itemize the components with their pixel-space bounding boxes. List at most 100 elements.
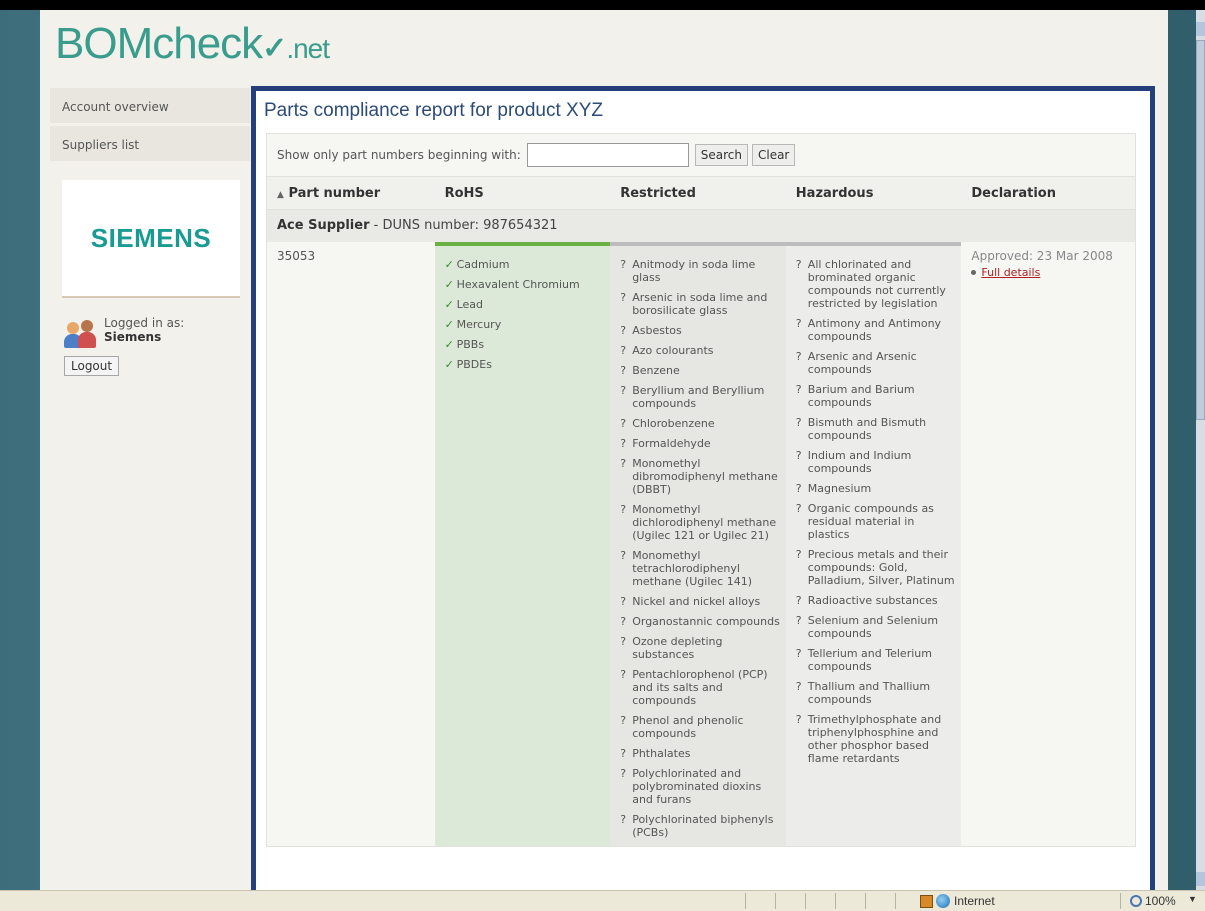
table-header: ▲ Part number RoHS Restricted Hazardous … <box>267 176 1135 210</box>
logout-button[interactable]: Logout <box>64 356 120 376</box>
question-icon: ? <box>620 344 627 357</box>
list-item: ? Trimethylphosphate and triphenylphosphi… <box>796 713 956 765</box>
substance-label: Organic compounds as residual material i… <box>807 502 934 541</box>
logged-in-label: Logged in as: <box>104 316 185 330</box>
question-icon: ? <box>795 350 802 363</box>
substance-label: Anitmody in soda lime glass <box>632 258 756 284</box>
column-header-part-number[interactable]: ▲ Part number <box>267 186 435 201</box>
list-item: ? Arsenic in soda lime and borosilicate g… <box>620 291 780 317</box>
question-icon: ? <box>795 416 802 429</box>
substance-label: Cadmium <box>456 258 510 271</box>
list-item: ✓ Mercury <box>445 318 605 331</box>
check-icon: ✓ <box>444 358 454 371</box>
substance-label: Pentachlorophenol (PCP) and its salts an… <box>632 668 768 707</box>
substance-label: Selenium and Selenium compounds <box>807 614 939 640</box>
substance-label: Formaldehyde <box>632 437 711 450</box>
supplier-duns: - DUNS number: 987654321 <box>373 218 558 233</box>
clear-button[interactable]: Clear <box>751 144 796 166</box>
list-item: ✓ Cadmium <box>445 258 605 271</box>
list-item: ? Barium and Barium compounds <box>796 383 956 409</box>
question-icon: ? <box>620 615 627 628</box>
question-icon: ? <box>620 549 627 562</box>
substance-label: Polychlorinated biphenyls (PCBs) <box>632 813 774 839</box>
part-number-filter-input[interactable] <box>526 143 689 167</box>
list-item: ? Thallium and Thallium compounds <box>796 680 956 706</box>
login-info: Logged in as: Siemens <box>64 316 250 350</box>
substance-label: Barium and Barium compounds <box>807 383 915 409</box>
question-icon: ? <box>620 767 627 780</box>
question-icon: ? <box>620 635 627 648</box>
list-item: ? Ozone depleting substances <box>620 635 780 661</box>
substance-label: Radioactive substances <box>807 594 938 607</box>
question-icon: ? <box>795 449 802 462</box>
substance-label: Chlorobenzene <box>632 417 715 430</box>
list-item: ? Antimony and Antimony compounds <box>796 317 956 343</box>
hazardous-list: ? All chlorinated and brominated organic … <box>796 258 956 765</box>
substance-label: Ozone depleting substances <box>632 635 723 661</box>
page-title: Parts compliance report for product XYZ <box>264 100 603 121</box>
hazardous-cell: ? All chlorinated and brominated organic … <box>785 242 962 846</box>
substance-label: Arsenic and Arsenic compounds <box>807 350 917 376</box>
security-zone[interactable]: Internet <box>920 894 995 908</box>
question-icon: ? <box>620 503 627 516</box>
substance-label: Precious metals and their compounds: Gol… <box>807 548 955 587</box>
question-icon: ? <box>620 258 627 271</box>
check-icon: ✓ <box>444 298 454 311</box>
search-button[interactable]: Search <box>694 144 748 166</box>
question-icon: ? <box>795 383 802 396</box>
scroll-up-icon[interactable] <box>1196 22 1205 36</box>
list-item: ? Nickel and nickel alloys <box>620 595 780 608</box>
report-panel: Parts compliance report for product XYZ … <box>251 86 1155 890</box>
sidebar-item-account-overview[interactable]: Account overview <box>50 88 250 126</box>
list-item: ✓ PBDEs <box>445 358 605 371</box>
check-icon: ✓ <box>444 258 454 271</box>
list-item: ? Beryllium and Beryllium compounds <box>620 384 780 410</box>
rohs-list: ✓ Cadmium ✓ Hexavalent Chromium ✓ Lead ✓ Mercur… <box>445 258 605 371</box>
question-icon: ? <box>620 457 627 470</box>
page-scrollbar[interactable] <box>1196 10 1205 890</box>
question-icon: ? <box>620 668 627 681</box>
logo-tick-icon: ✓ <box>262 32 287 65</box>
list-item: ? Phenol and phenolic compounds <box>620 714 780 740</box>
restricted-list: ? Anitmody in soda lime glass ? Arsenic in … <box>620 258 780 839</box>
substance-label: All chlorinated and brominated organic c… <box>807 258 946 310</box>
scroll-thumb[interactable] <box>1196 40 1205 420</box>
sort-arrows-icon: ▲ <box>277 189 284 200</box>
substance-label: Monomethyl dichlorodiphenyl methane (Ugi… <box>632 503 777 542</box>
browser-status-bar: Internet 100% ▼ <box>0 890 1205 911</box>
substance-label: Phenol and phenolic compounds <box>632 714 744 740</box>
list-item: ? Selenium and Selenium compounds <box>796 614 956 640</box>
list-item: ? Monomethyl dichlorodiphenyl methane (Ug… <box>620 503 780 542</box>
list-item: ? Phthalates <box>620 747 780 760</box>
list-item: ✓ Hexavalent Chromium <box>445 278 605 291</box>
substance-label: Azo colourants <box>632 344 714 357</box>
list-item: ? Arsenic and Arsenic compounds <box>796 350 956 376</box>
list-item: ? Azo colourants <box>620 344 780 357</box>
question-icon: ? <box>795 594 802 607</box>
substance-label: Trimethylphosphate and triphenylphosphin… <box>807 713 942 765</box>
substance-label: Asbestos <box>632 324 682 337</box>
zoom-control[interactable]: 100% <box>1130 894 1176 908</box>
question-icon: ? <box>795 614 802 627</box>
bomcheck-logo[interactable]: BOMcheck✓.net <box>55 14 330 79</box>
logged-in-user: Siemens <box>104 330 162 344</box>
substance-label: Phthalates <box>632 747 691 760</box>
list-item: ✓ PBBs <box>445 338 605 351</box>
zoom-icon <box>1130 895 1142 907</box>
sidebar-item-suppliers-list[interactable]: Suppliers list <box>50 126 250 164</box>
list-item: ? Precious metals and their compounds: Go… <box>796 548 956 587</box>
check-icon: ✓ <box>444 278 454 291</box>
part-number-cell: 35053 <box>277 249 316 263</box>
question-icon: ? <box>620 595 627 608</box>
column-header-declaration: Declaration <box>971 185 1056 201</box>
substance-label: Tellerium and Telerium compounds <box>807 647 932 673</box>
list-item: ? Monomethyl dibromodiphenyl methane (DBB… <box>620 457 780 496</box>
zoom-dropdown-icon[interactable]: ▼ <box>1188 894 1197 904</box>
full-details-link[interactable]: Full details <box>981 266 1040 279</box>
check-icon: ✓ <box>444 338 454 351</box>
company-logo-box: SIEMENS <box>62 180 240 298</box>
column-header-rohs: RoHS <box>444 185 484 201</box>
bullet-icon <box>971 270 977 275</box>
substance-label: Antimony and Antimony compounds <box>807 317 942 343</box>
scroll-down-icon[interactable] <box>1196 872 1205 886</box>
